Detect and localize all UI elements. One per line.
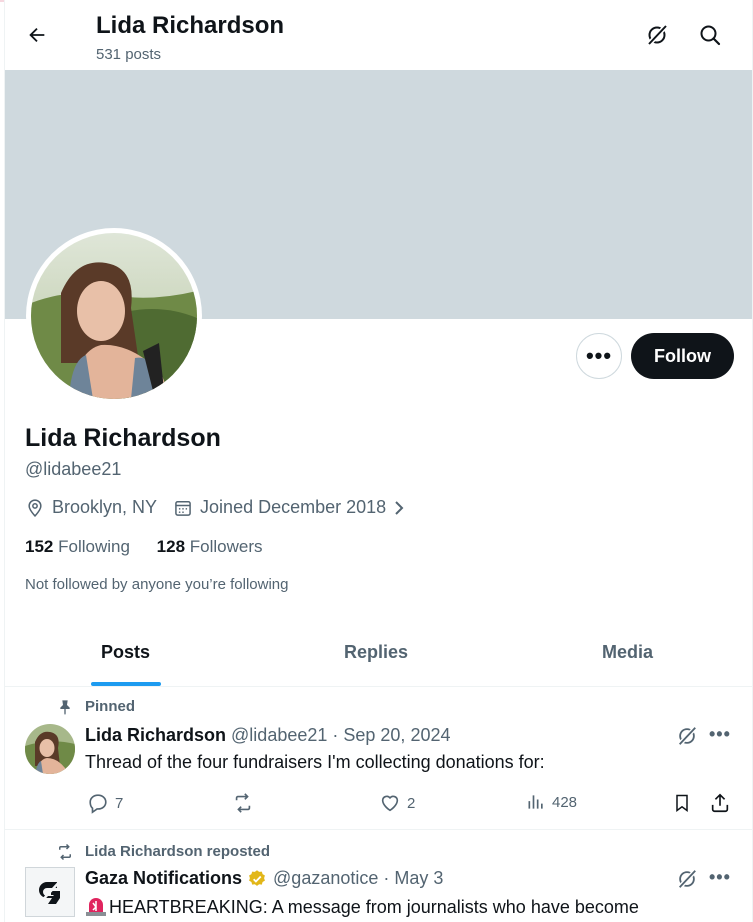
views-icon [526, 792, 546, 812]
reply-button[interactable]: 7 [87, 792, 123, 814]
tab-posts[interactable]: Posts [101, 642, 150, 663]
calendar-icon [173, 498, 193, 518]
follow-button[interactable]: Follow [631, 333, 734, 379]
bookmark-icon [672, 792, 692, 814]
reply-count: 7 [115, 794, 124, 812]
grok-icon [678, 726, 697, 746]
like-count: 2 [407, 794, 416, 812]
views-count: 428 [552, 793, 578, 811]
like-button[interactable]: 2 [379, 792, 415, 814]
avatar-photo [31, 233, 197, 399]
post-author-name[interactable]: Gaza Notifications [85, 868, 242, 889]
profile-joined: Joined December 2018 [200, 497, 387, 517]
repost-icon [232, 792, 254, 814]
post-text: Thread of the four fundraisers I'm colle… [85, 752, 545, 772]
repost-button[interactable] [232, 792, 260, 814]
active-tab-indicator [91, 682, 161, 686]
profile-header: Lida Richardson 531 posts [5, 2, 752, 70]
views-button[interactable]: 428 [526, 792, 577, 812]
profile-handle: @lidabee21 [25, 459, 122, 479]
profile-tabs: Posts Replies Media [5, 620, 752, 687]
tab-media[interactable]: Media [602, 642, 653, 663]
post-more-button[interactable]: ••• [709, 724, 731, 745]
followers-link[interactable]: 128 Followers [157, 537, 263, 556]
siren-emoji-icon [86, 898, 106, 916]
post-author-name[interactable]: Lida Richardson [85, 725, 226, 746]
back-arrow-icon [29, 27, 45, 43]
grok-button[interactable] [641, 19, 673, 51]
chevron-right-icon[interactable] [392, 498, 406, 518]
header-post-count: 531 posts [96, 46, 162, 63]
post-header: Lida Richardson @lidabee21 · Sep 20, 202… [85, 725, 450, 746]
profile-location: Brooklyn, NY [52, 497, 158, 517]
post-grok-button[interactable] [675, 867, 699, 891]
heart-icon [379, 792, 401, 814]
profile-page: Lida Richardson 531 posts ••• Follow Lid… [4, 0, 753, 922]
following-link[interactable]: 152 Following [25, 537, 130, 556]
gaza-notifications-logo-icon [37, 878, 63, 906]
repost-context-icon [55, 843, 75, 861]
profile-name: Lida Richardson [25, 424, 221, 452]
share-icon [709, 792, 731, 814]
post-author-handle[interactable]: @gazanotice [273, 868, 378, 889]
more-options-button[interactable]: ••• [576, 333, 622, 379]
follow-counts: 152 Following 128 Followers [25, 537, 263, 557]
search-button[interactable] [694, 19, 726, 51]
post-date[interactable]: · Sep 20, 2024 [332, 725, 450, 746]
reply-icon [87, 792, 109, 814]
grok-icon [647, 24, 668, 46]
search-icon [700, 25, 721, 46]
pin-icon [57, 699, 73, 715]
post-grok-button[interactable] [675, 724, 699, 748]
post-header: Gaza Notifications @gazanotice · May 3 [85, 868, 443, 889]
profile-avatar[interactable] [26, 228, 202, 404]
verified-badge-icon [247, 869, 267, 889]
not-followed-note: Not followed by anyone you’re following [25, 576, 289, 593]
post-item[interactable]: Pinned Lida Richardson @lidabee21 · Sep … [5, 688, 752, 830]
profile-meta: Brooklyn, NY Joined December 2018 [25, 497, 413, 518]
post-text-line: HEARTBREAKING: A message from journalist… [85, 896, 639, 918]
post-more-button[interactable]: ••• [709, 867, 731, 888]
post-author-handle[interactable]: @lidabee21 [231, 725, 327, 746]
post-context: Lida Richardson reposted [85, 843, 271, 860]
share-button[interactable] [709, 792, 737, 814]
post-item[interactable]: Lida Richardson reposted Gaza Notificati… [5, 831, 752, 922]
post-author-avatar[interactable] [25, 867, 75, 917]
header-title: Lida Richardson [96, 12, 285, 39]
post-text: HEARTBREAKING: A message from journalist… [109, 897, 639, 917]
post-date[interactable]: · May 3 [383, 868, 443, 889]
location-icon [25, 498, 45, 518]
post-context: Pinned [85, 698, 136, 715]
grok-icon [678, 869, 697, 889]
post-author-avatar[interactable] [25, 724, 75, 774]
tab-replies[interactable]: Replies [344, 642, 408, 663]
back-button[interactable] [19, 17, 55, 53]
bookmark-button[interactable] [672, 792, 698, 814]
